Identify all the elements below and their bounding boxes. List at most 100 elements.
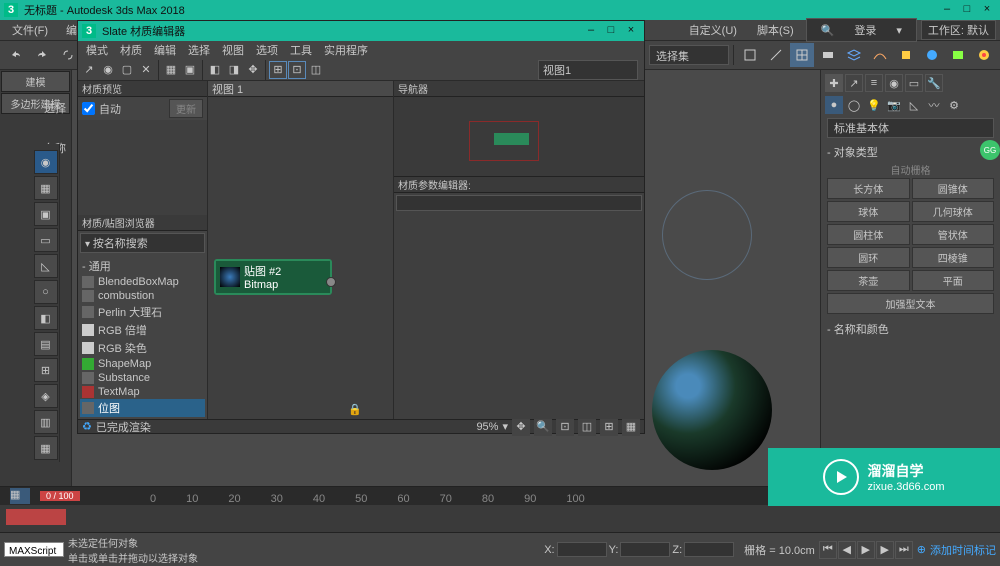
update-button[interactable]: 更新 bbox=[169, 99, 203, 118]
slate-move-button[interactable]: ✥ bbox=[244, 61, 262, 79]
tool-icon-5[interactable]: ◺ bbox=[34, 254, 58, 278]
tool-icon-8[interactable]: ▤ bbox=[34, 332, 58, 356]
menu-file[interactable]: 文件(F) bbox=[4, 20, 56, 40]
close-button[interactable]: × bbox=[978, 2, 996, 18]
tool-icon-9[interactable]: ⊞ bbox=[34, 358, 58, 382]
slate-tool-12[interactable]: ◫ bbox=[307, 61, 325, 79]
primitive-dropdown[interactable]: 标准基本体 bbox=[827, 118, 994, 138]
box-button[interactable]: 长方体 bbox=[827, 178, 910, 199]
goto-start-button[interactable]: ⏮ bbox=[819, 541, 837, 559]
slate-maximize[interactable]: □ bbox=[602, 23, 620, 39]
bitmap-node[interactable]: 贴图 #2 Bitmap bbox=[214, 259, 332, 295]
space-warp-icon[interactable]: 〰 bbox=[925, 96, 943, 114]
tool-icon-6[interactable]: ○ bbox=[34, 280, 58, 304]
browser-search-field[interactable]: ▾ 按名称搜索 bbox=[80, 233, 205, 253]
slate-titlebar[interactable]: 3 Slate 材质编辑器 – □ × bbox=[78, 21, 644, 41]
sphere-button[interactable]: 球体 bbox=[827, 201, 910, 222]
tool-icon-12[interactable]: ▦ bbox=[34, 436, 58, 460]
menu-custom[interactable]: 自定义(U) bbox=[681, 20, 745, 40]
goto-end-button[interactable]: ⏭ bbox=[895, 541, 913, 559]
tree-item-5[interactable]: ShapeMap bbox=[80, 357, 205, 371]
pyramid-button[interactable]: 四棱锥 bbox=[912, 247, 995, 268]
earth-object[interactable] bbox=[652, 350, 772, 470]
slate-nav-1[interactable]: ✥ bbox=[512, 418, 530, 436]
login-field[interactable]: 🔍 登录 ▾ bbox=[806, 18, 917, 42]
angle-snap[interactable] bbox=[764, 43, 788, 67]
textplus-button[interactable]: 加强型文本 bbox=[827, 293, 994, 314]
tree-item-1[interactable]: combustion bbox=[80, 289, 205, 303]
hierarchy-tab[interactable]: ≡ bbox=[865, 74, 883, 92]
slate-tool-7[interactable]: ◧ bbox=[206, 61, 224, 79]
slate-nav-4[interactable]: ◫ bbox=[578, 418, 596, 436]
menu-script[interactable]: 脚本(S) bbox=[749, 20, 802, 40]
selection-set-dropdown[interactable]: 选择集 bbox=[649, 45, 729, 65]
utilities-tab[interactable]: 🔧 bbox=[925, 74, 943, 92]
slate-minimize[interactable]: – bbox=[582, 23, 600, 39]
slate-tool-8[interactable]: ◨ bbox=[225, 61, 243, 79]
lock-icon[interactable]: 🔒 bbox=[348, 403, 362, 417]
maxscript-input[interactable] bbox=[4, 542, 64, 557]
geosphere-button[interactable]: 几何球体 bbox=[912, 201, 995, 222]
slate-menu-select[interactable]: 选择 bbox=[184, 41, 214, 59]
workspace-dropdown[interactable]: 工作区: 默认 bbox=[921, 20, 996, 40]
tree-item-0[interactable]: BlendedBoxMap bbox=[80, 275, 205, 289]
node-output-socket[interactable] bbox=[326, 277, 336, 287]
redo-button[interactable] bbox=[30, 43, 54, 67]
next-frame-button[interactable]: ▶ bbox=[876, 541, 894, 559]
modify-tab[interactable]: ↗ bbox=[845, 74, 863, 92]
auto-key-button[interactable] bbox=[6, 509, 66, 525]
camera-icon[interactable]: 📷 bbox=[885, 96, 903, 114]
navigator[interactable] bbox=[394, 97, 644, 177]
curve-editor-button[interactable] bbox=[868, 43, 892, 67]
slate-menu-material[interactable]: 材质 bbox=[116, 41, 146, 59]
prev-frame-button[interactable]: ◀ bbox=[838, 541, 856, 559]
schematic-button[interactable] bbox=[894, 43, 918, 67]
view1-tab[interactable]: 视图 1 bbox=[208, 81, 393, 97]
snap-toggle[interactable] bbox=[738, 43, 762, 67]
tool-icon-2[interactable]: ▦ bbox=[34, 176, 58, 200]
slate-tool-5[interactable]: ▦ bbox=[162, 61, 180, 79]
undo-button[interactable] bbox=[4, 43, 28, 67]
plane-button[interactable]: 平面 bbox=[912, 270, 995, 291]
slate-nav-3[interactable]: ⊡ bbox=[556, 418, 574, 436]
slate-tool-10[interactable]: ⊞ bbox=[269, 61, 287, 79]
tool-icon-10[interactable]: ◈ bbox=[34, 384, 58, 408]
slate-tool-11[interactable]: ⊡ bbox=[288, 61, 306, 79]
tool-icon-1[interactable]: ◉ bbox=[34, 150, 58, 174]
param-name-field[interactable] bbox=[396, 195, 642, 211]
timeline-toggle[interactable]: ▦ bbox=[10, 488, 30, 504]
torus-button[interactable]: 圆环 bbox=[827, 247, 910, 268]
slate-menu-options[interactable]: 选项 bbox=[252, 41, 282, 59]
slate-nav-2[interactable]: 🔍 bbox=[534, 418, 552, 436]
slate-menu-mode[interactable]: 模式 bbox=[82, 41, 112, 59]
tree-item-4[interactable]: RGB 染色 bbox=[80, 339, 205, 357]
align-button[interactable] bbox=[816, 43, 840, 67]
z-coord[interactable] bbox=[684, 542, 734, 557]
x-coord[interactable] bbox=[557, 542, 607, 557]
render-setup-button[interactable] bbox=[920, 43, 944, 67]
slate-nav-6[interactable]: ▦ bbox=[622, 418, 640, 436]
slate-menu-tools[interactable]: 工具 bbox=[286, 41, 316, 59]
minimize-button[interactable]: – bbox=[938, 2, 956, 18]
time-slider[interactable]: 0 / 100 bbox=[40, 491, 80, 501]
tool-icon-7[interactable]: ◧ bbox=[34, 306, 58, 330]
light-icon[interactable]: 💡 bbox=[865, 96, 883, 114]
helper-icon[interactable]: ◺ bbox=[905, 96, 923, 114]
tool-icon-4[interactable]: ▭ bbox=[34, 228, 58, 252]
tube-button[interactable]: 管状体 bbox=[912, 224, 995, 245]
tree-item-7[interactable]: TextMap bbox=[80, 385, 205, 399]
teapot-button[interactable]: 茶壶 bbox=[827, 270, 910, 291]
slate-assign-button[interactable]: ◉ bbox=[99, 61, 117, 79]
cone-button[interactable]: 圆锥体 bbox=[912, 178, 995, 199]
slate-menu-util[interactable]: 实用程序 bbox=[320, 41, 372, 59]
slate-delete-button[interactable]: ✕ bbox=[137, 61, 155, 79]
add-time-tag[interactable]: 添加时间标记 bbox=[930, 542, 996, 558]
create-tab[interactable]: ✚ bbox=[825, 74, 843, 92]
tree-item-3[interactable]: RGB 倍增 bbox=[80, 321, 205, 339]
play-button[interactable]: ▶ bbox=[857, 541, 875, 559]
slate-tool-3[interactable]: ▢ bbox=[118, 61, 136, 79]
tree-category[interactable]: - 通用 bbox=[80, 257, 205, 275]
motion-tab[interactable]: ◉ bbox=[885, 74, 903, 92]
y-coord[interactable] bbox=[620, 542, 670, 557]
grid-button[interactable] bbox=[790, 43, 814, 67]
